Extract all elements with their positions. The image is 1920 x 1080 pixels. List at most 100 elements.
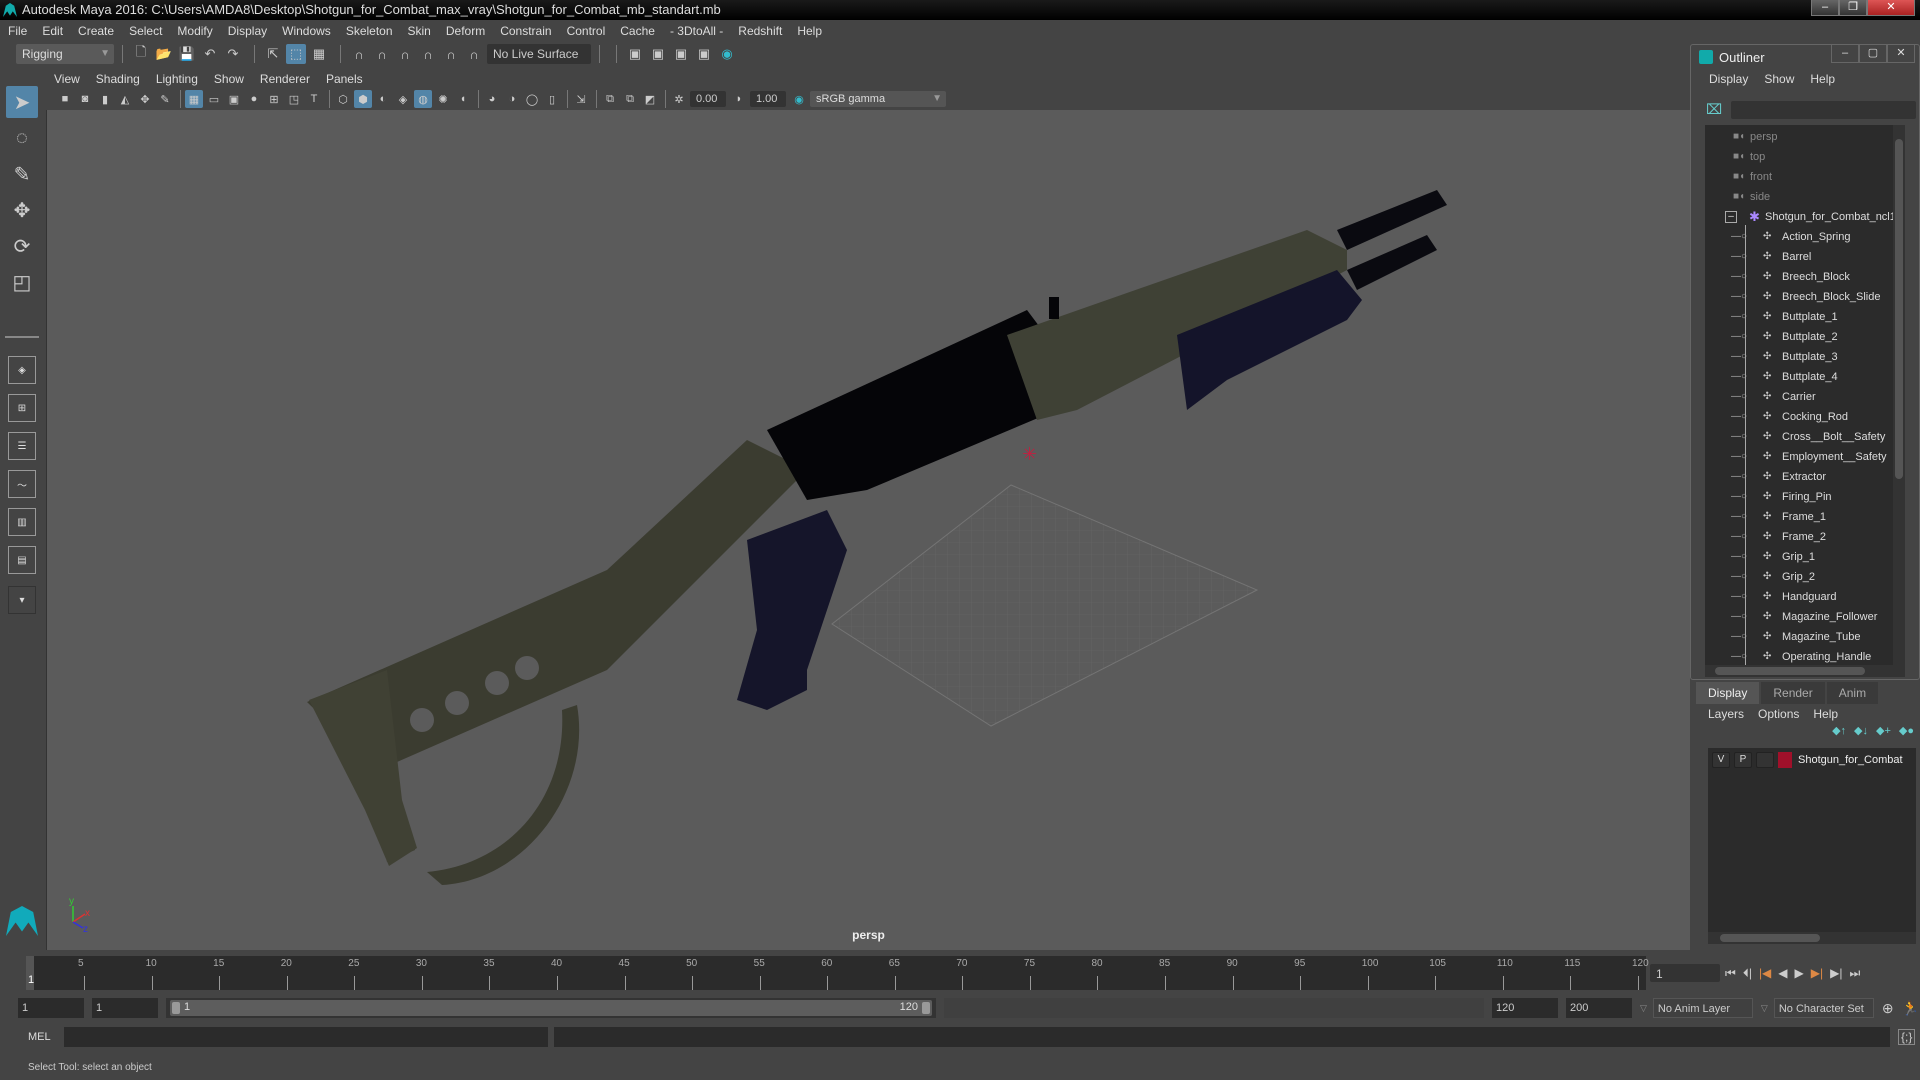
tab-render[interactable]: Render	[1761, 682, 1825, 704]
layer-color-swatch[interactable]	[1778, 752, 1792, 768]
snap-curve-icon[interactable]: ∩	[372, 44, 392, 64]
safe-title-icon[interactable]: T	[305, 90, 323, 108]
menu-deform[interactable]: Deform	[446, 24, 485, 38]
outliner-item[interactable]: —○ ✣ Magazine_Tube	[1705, 627, 1905, 647]
move-tool-icon[interactable]: ✥	[6, 194, 38, 226]
exposure-icon[interactable]: ✲	[670, 90, 688, 108]
menu-3dtoall[interactable]: - 3DtoAll -	[670, 24, 723, 38]
snap-grid-icon[interactable]: ∩	[349, 44, 369, 64]
outliner-item[interactable]: —○ ✣ Frame_2	[1705, 527, 1905, 547]
character-set-field[interactable]: No Character Set	[1773, 998, 1874, 1018]
make-live-icon[interactable]: ∩	[464, 44, 484, 64]
tab-anim[interactable]: Anim	[1826, 682, 1879, 704]
outliner-item[interactable]: —○ ✣ Cross__Bolt__Safety	[1705, 427, 1905, 447]
outliner-item[interactable]: —○ ✣ Buttplate_4	[1705, 367, 1905, 387]
bookmark-icon[interactable]: ▮	[96, 90, 114, 108]
play-backwards-icon[interactable]: ◀	[1778, 966, 1787, 980]
lasso-tool-icon[interactable]: ◌	[6, 122, 38, 154]
outliner-item[interactable]: —○ ✣ Frame_1	[1705, 507, 1905, 527]
screen-space-ao-icon[interactable]: ◖	[454, 90, 472, 108]
menu-redshift[interactable]: Redshift	[738, 24, 782, 38]
new-layer-icon[interactable]: ◆+	[1876, 724, 1891, 744]
color-management-toggle-icon[interactable]: ◉	[790, 90, 808, 108]
outliner-item[interactable]: —○ ✣ Firing_Pin	[1705, 487, 1905, 507]
playback-start-field[interactable]: 1	[92, 998, 158, 1018]
gamma-icon[interactable]: ◗	[730, 90, 748, 108]
perspective-viewport[interactable]: ✳ y x z persp	[46, 110, 1690, 950]
auto-key-icon[interactable]: ⊕	[1882, 1000, 1894, 1017]
undo-icon[interactable]: ↶	[200, 44, 220, 64]
menu-file[interactable]: File	[8, 24, 27, 38]
scrollbar-thumb[interactable]	[1895, 139, 1903, 479]
grid-icon[interactable]: ▦	[185, 90, 203, 108]
menu-edit[interactable]: Edit	[42, 24, 63, 38]
outliner-item-front[interactable]: ■◖ front	[1705, 167, 1905, 187]
viewport-menu-lighting[interactable]: Lighting	[156, 72, 198, 86]
xray-icon[interactable]: ⇲	[572, 90, 590, 108]
layer-menu-help[interactable]: Help	[1813, 707, 1838, 721]
command-input[interactable]	[64, 1027, 548, 1047]
smooth-shade-icon[interactable]: ⬢	[354, 90, 372, 108]
scrollbar-thumb[interactable]	[1715, 667, 1865, 675]
menu-set-dropdown[interactable]: Rigging ▼	[16, 44, 114, 64]
anti-aliasing-icon[interactable]: ◑	[503, 90, 521, 108]
gamma-field[interactable]: 1.00	[750, 91, 786, 107]
wireframe-on-shaded-icon[interactable]: ◐	[374, 90, 392, 108]
redo-icon[interactable]: ↷	[223, 44, 243, 64]
xray-components-icon[interactable]: ⧉	[621, 90, 639, 108]
layer-playback-toggle[interactable]: P	[1734, 752, 1752, 768]
collapse-icon[interactable]: –	[1725, 211, 1737, 223]
range-end-handle[interactable]	[922, 1002, 930, 1014]
time-slider[interactable]: 1 5 10 15 20 25 30 35 40 45 50 55 60 65 70 75 80 85 90 95 1…	[26, 956, 1649, 990]
outliner-item[interactable]: —○ ✣ Carrier	[1705, 387, 1905, 407]
step-back-key-icon[interactable]: ⏴|	[1743, 966, 1752, 981]
menu-help[interactable]: Help	[797, 24, 822, 38]
outliner-item[interactable]: —○ ✣ Handguard	[1705, 587, 1905, 607]
outliner-item[interactable]: —○ ✣ Action_Spring	[1705, 227, 1905, 247]
exposure-field[interactable]: 0.00	[690, 91, 726, 107]
step-back-frame-icon[interactable]: |◀	[1759, 966, 1771, 980]
menu-select[interactable]: Select	[129, 24, 162, 38]
layer-menu-options[interactable]: Options	[1758, 707, 1799, 721]
save-scene-icon[interactable]: 💾	[177, 44, 197, 64]
menu-modify[interactable]: Modify	[177, 24, 212, 38]
script-editor-icon[interactable]: {;}	[1898, 1029, 1916, 1045]
outliner-item-group[interactable]: – ✱ Shotgun_for_Combat_ncl1	[1705, 207, 1905, 227]
wireframe-icon[interactable]: ⬡	[334, 90, 352, 108]
render-view-icon[interactable]: ◉	[717, 44, 737, 64]
outliner-item[interactable]: —○ ✣ Breech_Block_Slide	[1705, 287, 1905, 307]
hypershade-icon[interactable]: ▣	[694, 44, 714, 64]
select-component-icon[interactable]: ▦	[309, 44, 329, 64]
scale-tool-icon[interactable]: ◰	[6, 266, 38, 298]
outliner-item[interactable]: —○ ✣ Buttplate_3	[1705, 347, 1905, 367]
current-frame-field[interactable]: 1	[1650, 964, 1720, 982]
menu-cache[interactable]: Cache	[620, 24, 655, 38]
menu-constrain[interactable]: Constrain	[500, 24, 551, 38]
outliner-item[interactable]: —○ ✣ Extractor	[1705, 467, 1905, 487]
snap-surface-icon[interactable]: ∩	[441, 44, 461, 64]
hud-icon[interactable]: ◩	[641, 90, 659, 108]
rotate-tool-icon[interactable]: ⟳	[6, 230, 38, 262]
render-frame-icon[interactable]: ▣	[625, 44, 645, 64]
outliner-vertical-scrollbar[interactable]	[1893, 125, 1905, 665]
range-start-handle[interactable]	[172, 1002, 180, 1014]
step-forward-key-icon[interactable]: ▶|	[1830, 966, 1842, 980]
viewport-menu-shading[interactable]: Shading	[96, 72, 140, 86]
hypershade-persp-layout-icon[interactable]: ▥	[8, 508, 36, 536]
command-language-label[interactable]: MEL	[28, 1031, 62, 1043]
close-button[interactable]: ✕	[1867, 0, 1915, 16]
camera-attributes-icon[interactable]: ◙	[76, 90, 94, 108]
menu-windows[interactable]: Windows	[282, 24, 331, 38]
select-object-icon[interactable]: ⬚	[286, 44, 306, 64]
outliner-item-persp[interactable]: ■◖ persp	[1705, 127, 1905, 147]
animation-preferences-icon[interactable]: 🏃	[1902, 1000, 1919, 1017]
outliner-item[interactable]: —○ ✣ Buttplate_1	[1705, 307, 1905, 327]
play-forwards-icon[interactable]: ▶	[1795, 966, 1804, 980]
move-layer-down-icon[interactable]: ◆↓	[1854, 724, 1868, 744]
go-to-end-icon[interactable]: ⏭	[1849, 966, 1860, 981]
new-layer-selected-icon[interactable]: ◆●	[1899, 724, 1914, 744]
menu-skin[interactable]: Skin	[408, 24, 431, 38]
viewport-menu-panels[interactable]: Panels	[326, 72, 363, 86]
outliner-item-side[interactable]: ■◖ side	[1705, 187, 1905, 207]
viewport-menu-renderer[interactable]: Renderer	[260, 72, 310, 86]
